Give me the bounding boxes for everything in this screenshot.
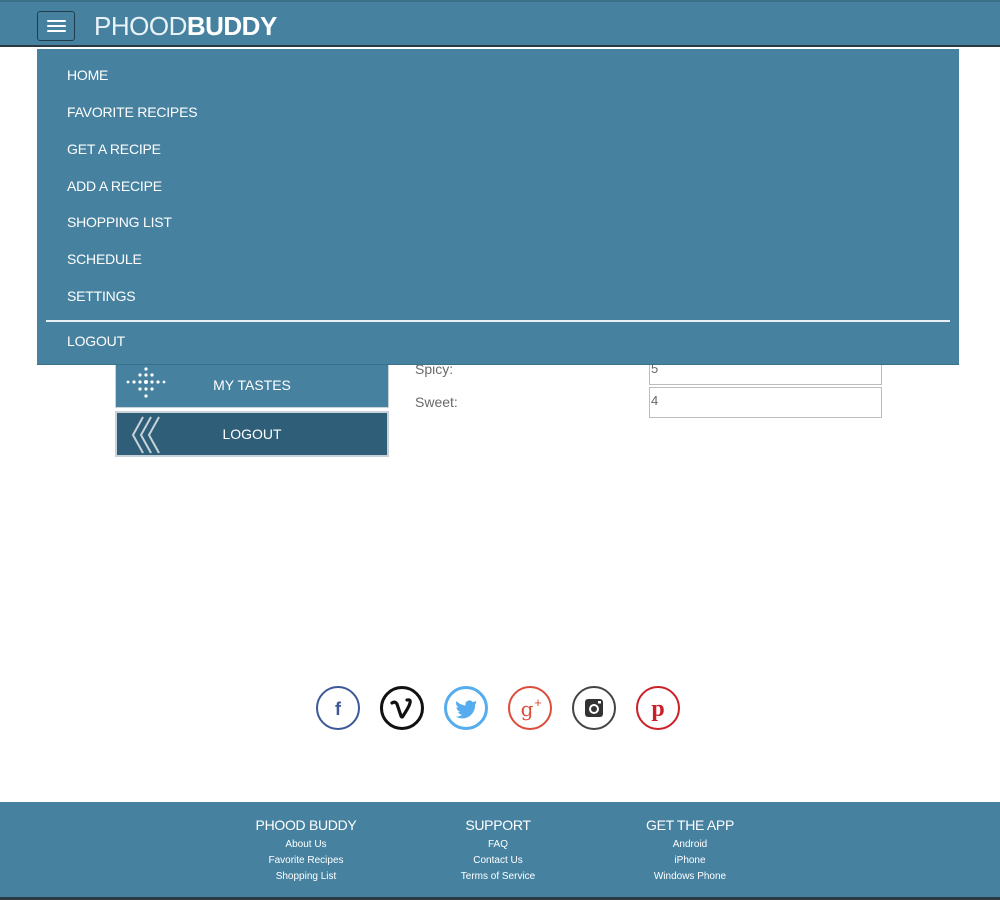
menu-divider xyxy=(46,320,950,322)
facebook-icon[interactable]: f xyxy=(316,686,360,730)
instagram-icon[interactable] xyxy=(572,686,616,730)
footer-column-support: SUPPORT FAQ Contact Us Terms of Service xyxy=(438,817,558,882)
menu-item-schedule[interactable]: SCHEDULE xyxy=(67,251,142,267)
brand-light-text: PHOOD xyxy=(94,11,187,41)
menu-item-add-a-recipe[interactable]: ADD A RECIPE xyxy=(67,178,162,194)
svg-text:p: p xyxy=(651,696,664,722)
menu-item-settings[interactable]: SETTINGS xyxy=(67,288,136,304)
footer-link-shopping-list[interactable]: Shopping List xyxy=(246,871,366,882)
footer-column-phood-buddy: PHOOD BUDDY About Us Favorite Recipes Sh… xyxy=(246,817,366,882)
footer-link-about-us[interactable]: About Us xyxy=(246,839,366,850)
footer-heading: PHOOD BUDDY xyxy=(255,817,357,833)
top-navbar: PHOODBUDDY xyxy=(0,0,1000,47)
hamburger-menu-button[interactable] xyxy=(37,11,75,41)
svg-text:g: g xyxy=(521,697,534,721)
menu-item-shopping-list[interactable]: SHOPPING LIST xyxy=(67,214,172,230)
footer-link-favorite-recipes[interactable]: Favorite Recipes xyxy=(246,855,366,866)
footer-heading: GET THE APP xyxy=(646,817,734,833)
footer-link-iphone[interactable]: iPhone xyxy=(630,855,750,866)
menu-item-favorite-recipes[interactable]: FAVORITE RECIPES xyxy=(67,104,198,120)
twitter-icon[interactable] xyxy=(444,686,488,730)
footer-heading: SUPPORT xyxy=(465,817,531,833)
footer-link-windows-phone[interactable]: Windows Phone xyxy=(630,871,750,882)
sidebar-logout-label: LOGOUT xyxy=(222,426,282,442)
dropdown-nav-menu: HOME FAVORITE RECIPES GET A RECIPE ADD A… xyxy=(37,49,959,365)
footer-link-terms-of-service[interactable]: Terms of Service xyxy=(438,871,558,882)
footer-column-get-the-app: GET THE APP Android iPhone Windows Phone xyxy=(630,817,750,882)
svg-text:f: f xyxy=(335,699,342,719)
my-tastes-label: MY TASTES xyxy=(213,377,291,393)
hamburger-line xyxy=(47,25,66,27)
footer-link-faq[interactable]: FAQ xyxy=(438,839,558,850)
vimeo-icon[interactable] xyxy=(380,686,424,730)
sweet-label: Sweet: xyxy=(415,394,458,410)
pinterest-icon[interactable]: p xyxy=(636,686,680,730)
sidebar-logout-button[interactable]: LOGOUT xyxy=(115,411,389,457)
menu-item-logout[interactable]: LOGOUT xyxy=(67,333,125,349)
footer: PHOOD BUDDY About Us Favorite Recipes Sh… xyxy=(0,802,1000,900)
google-plus-icon[interactable]: g + xyxy=(508,686,552,730)
hamburger-line xyxy=(47,30,66,32)
sidebar-my-tastes-button[interactable]: MY TASTES xyxy=(115,365,389,408)
footer-link-contact-us[interactable]: Contact Us xyxy=(438,855,558,866)
menu-item-get-a-recipe[interactable]: GET A RECIPE xyxy=(67,141,161,157)
hamburger-line xyxy=(47,20,66,22)
menu-item-home[interactable]: HOME xyxy=(67,67,108,83)
footer-link-android[interactable]: Android xyxy=(630,839,750,850)
brand-logo[interactable]: PHOODBUDDY xyxy=(94,11,277,41)
sweet-input[interactable]: 4 xyxy=(649,387,882,418)
brand-bold-text: BUDDY xyxy=(186,11,277,41)
svg-text:+: + xyxy=(534,695,542,710)
